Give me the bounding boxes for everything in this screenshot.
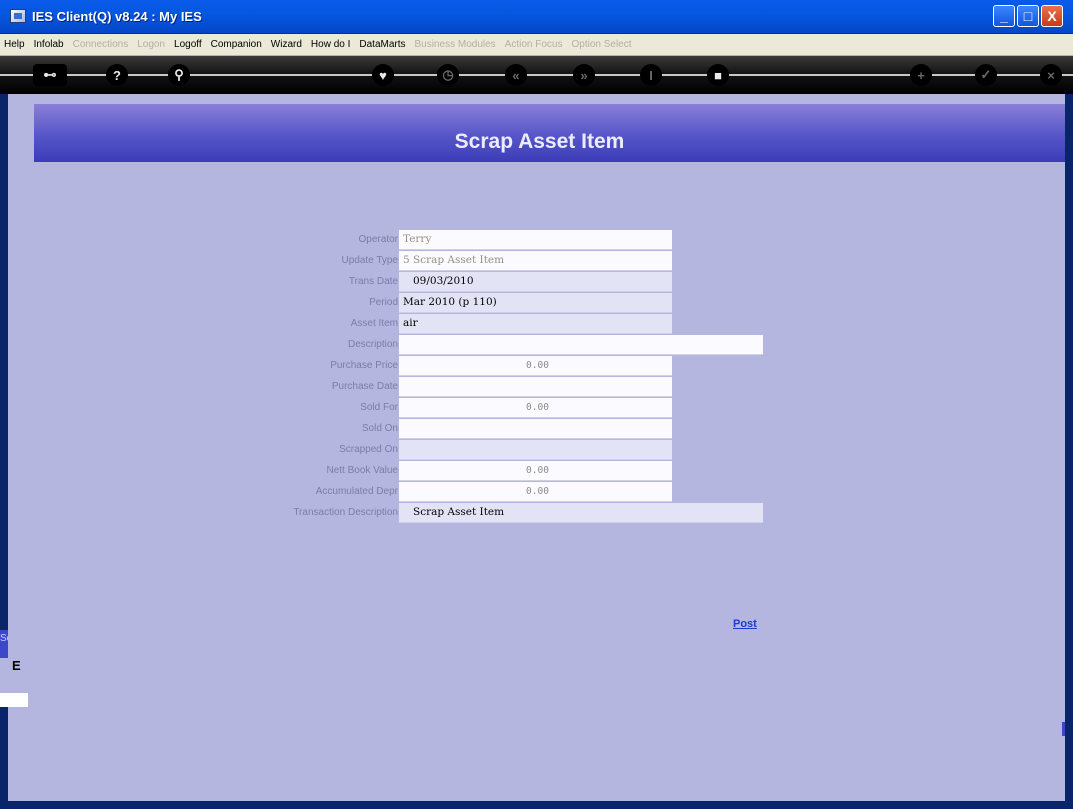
title-bar[interactable]: IES Client(Q) v8.24 : My IES _ □ X xyxy=(0,0,1073,34)
menu-datamarts[interactable]: DataMarts xyxy=(359,39,405,50)
form-row-sold-for: Sold For 0.00 xyxy=(8,398,1065,418)
menu-how-do-i[interactable]: How do I xyxy=(311,39,350,50)
close-icon: × xyxy=(1040,64,1062,86)
stop-icon[interactable]: ■ xyxy=(707,64,729,86)
period-label: Period xyxy=(369,297,398,308)
close-button[interactable]: X xyxy=(1041,5,1063,27)
key-icon[interactable]: ⊷ xyxy=(33,64,67,86)
form-row-transaction-description: Transaction Description Scrap Asset Item xyxy=(8,503,1065,523)
menu-logon: Logon xyxy=(137,39,166,50)
sold-for-field[interactable]: 0.00 xyxy=(399,398,672,418)
help-icon[interactable]: ? xyxy=(106,64,128,86)
asset-item-field[interactable]: air xyxy=(399,314,672,334)
app-icon xyxy=(10,9,26,23)
description-field[interactable] xyxy=(399,335,763,355)
form-row-trans-date: Trans Date 09/03/2010 xyxy=(8,272,1065,292)
menu-bar: Help Infolab Connections Logon Logoff Co… xyxy=(0,34,1073,56)
form-row-asset-item: Asset Item air xyxy=(8,314,1065,334)
form-row-description: Description xyxy=(8,335,1065,355)
form-row-purchase-date: Purchase Date xyxy=(8,377,1065,397)
rewind-icon: « xyxy=(505,64,527,86)
nett-book-value-label: Nett Book Value xyxy=(326,465,398,476)
menu-connections: Connections xyxy=(72,39,129,50)
transaction-description-label: Transaction Description xyxy=(293,507,398,518)
purchase-date-field[interactable] xyxy=(399,377,672,397)
menu-help[interactable]: Help xyxy=(4,39,25,50)
sold-for-label: Sold For xyxy=(360,402,398,413)
form-row-accumulated-depr: Accumulated Depr 0.00 xyxy=(8,482,1065,502)
minimize-button[interactable]: _ xyxy=(993,5,1015,27)
side-panel-text: E xyxy=(12,658,21,673)
form-row-operator: Operator Terry xyxy=(8,230,1065,250)
nett-book-value-field[interactable]: 0.00 xyxy=(399,461,672,481)
transaction-description-field[interactable]: Scrap Asset Item xyxy=(399,503,763,523)
post-link[interactable]: Post xyxy=(733,618,757,630)
form-row-period: Period Mar 2010 (p 110) xyxy=(8,293,1065,313)
purchase-price-field[interactable]: 0.00 xyxy=(399,356,672,376)
window-title: IES Client(Q) v8.24 : My IES xyxy=(32,9,202,24)
clock-icon: ◷ xyxy=(437,64,459,86)
form-row-nett-book-value: Nett Book Value 0.00 xyxy=(8,461,1065,481)
menu-logoff[interactable]: Logoff xyxy=(174,39,202,50)
menu-option-select: Option Select xyxy=(571,39,632,50)
text-cursor-icon: I xyxy=(640,64,662,86)
app-window: IES Client(Q) v8.24 : My IES _ □ X Help … xyxy=(0,0,1073,809)
menu-business-modules: Business Modules xyxy=(414,39,496,50)
menu-companion[interactable]: Companion xyxy=(211,39,262,50)
scrapped-on-label: Scrapped On xyxy=(339,444,398,455)
form-row-sold-on: Sold On xyxy=(8,419,1065,439)
trans-date-label: Trans Date xyxy=(348,276,398,287)
purchase-date-label: Purchase Date xyxy=(331,381,398,392)
accumulated-depr-label: Accumulated Depr xyxy=(315,486,398,497)
update-type-label: Update Type xyxy=(341,255,398,266)
sold-on-field[interactable] xyxy=(399,419,672,439)
search-icon[interactable]: ⚲ xyxy=(168,64,190,86)
side-tab-label: Se xyxy=(0,633,8,644)
add-icon: + xyxy=(910,64,932,86)
menu-wizard[interactable]: Wizard xyxy=(271,39,302,50)
maximize-button[interactable]: □ xyxy=(1017,5,1039,27)
asset-item-label: Asset Item xyxy=(350,318,398,329)
update-type-field[interactable]: 5 Scrap Asset Item xyxy=(399,251,672,271)
operator-field[interactable]: Terry xyxy=(399,230,672,250)
right-edge-marker xyxy=(1062,722,1065,736)
accumulated-depr-field[interactable]: 0.00 xyxy=(399,482,672,502)
operator-label: Operator xyxy=(358,234,398,245)
trans-date-field[interactable]: 09/03/2010 xyxy=(399,272,672,292)
sold-on-label: Sold On xyxy=(361,423,398,434)
main-content: Scrap Asset Item Operator Terry Update T… xyxy=(8,94,1065,801)
purchase-price-label: Purchase Price xyxy=(330,360,398,371)
menu-infolab[interactable]: Infolab xyxy=(34,39,64,50)
bottom-status-bar xyxy=(0,693,28,707)
page-banner: Scrap Asset Item xyxy=(34,104,1065,162)
page-title: Scrap Asset Item xyxy=(454,130,625,153)
form-row-update-type: Update Type 5 Scrap Asset Item xyxy=(8,251,1065,271)
toolbar: ⊷ ? ⚲ ♥ ◷ « » I ■ + ✓ × xyxy=(0,56,1073,94)
period-field[interactable]: Mar 2010 (p 110) xyxy=(399,293,672,313)
menu-action-focus: Action Focus xyxy=(504,39,563,50)
heart-icon[interactable]: ♥ xyxy=(372,64,394,86)
fast-forward-icon: » xyxy=(573,64,595,86)
check-icon: ✓ xyxy=(975,64,997,86)
description-label: Description xyxy=(347,339,398,350)
scrapped-on-field[interactable] xyxy=(399,440,672,460)
form-row-scrapped-on: Scrapped On xyxy=(8,440,1065,460)
form-row-purchase-price: Purchase Price 0.00 xyxy=(8,356,1065,376)
